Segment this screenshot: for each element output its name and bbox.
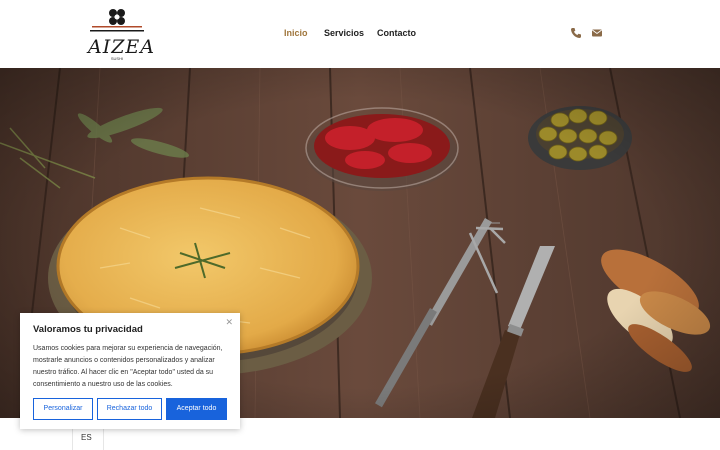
site-header: AIZEA SUSHI Inicio Servicios Contacto bbox=[0, 0, 720, 68]
customize-button[interactable]: Personalizar bbox=[33, 398, 93, 420]
reject-all-button[interactable]: Rechazar todo bbox=[97, 398, 162, 420]
cookie-text: Usamos cookies para mejorar su experienc… bbox=[33, 345, 223, 388]
lauburu-icon bbox=[90, 9, 144, 32]
accept-all-button[interactable]: Aceptar todo bbox=[166, 398, 227, 420]
cookie-banner: ✕ Valoramos tu privacidad Usamos cookies… bbox=[20, 313, 240, 429]
logo[interactable]: AIZEA SUSHI bbox=[88, 6, 156, 61]
logo-subtext: SUSHI bbox=[110, 56, 124, 61]
nav-servicios[interactable]: Servicios bbox=[324, 28, 364, 38]
phone-icon[interactable] bbox=[570, 27, 582, 39]
nav-inicio[interactable]: Inicio bbox=[284, 28, 308, 38]
close-icon[interactable]: ✕ bbox=[225, 317, 233, 328]
cookie-title: Valoramos tu privacidad bbox=[33, 324, 143, 335]
mail-icon[interactable] bbox=[591, 27, 603, 39]
logo-wordmark: AIZEA bbox=[88, 36, 156, 58]
nav-contacto[interactable]: Contacto bbox=[377, 28, 416, 38]
